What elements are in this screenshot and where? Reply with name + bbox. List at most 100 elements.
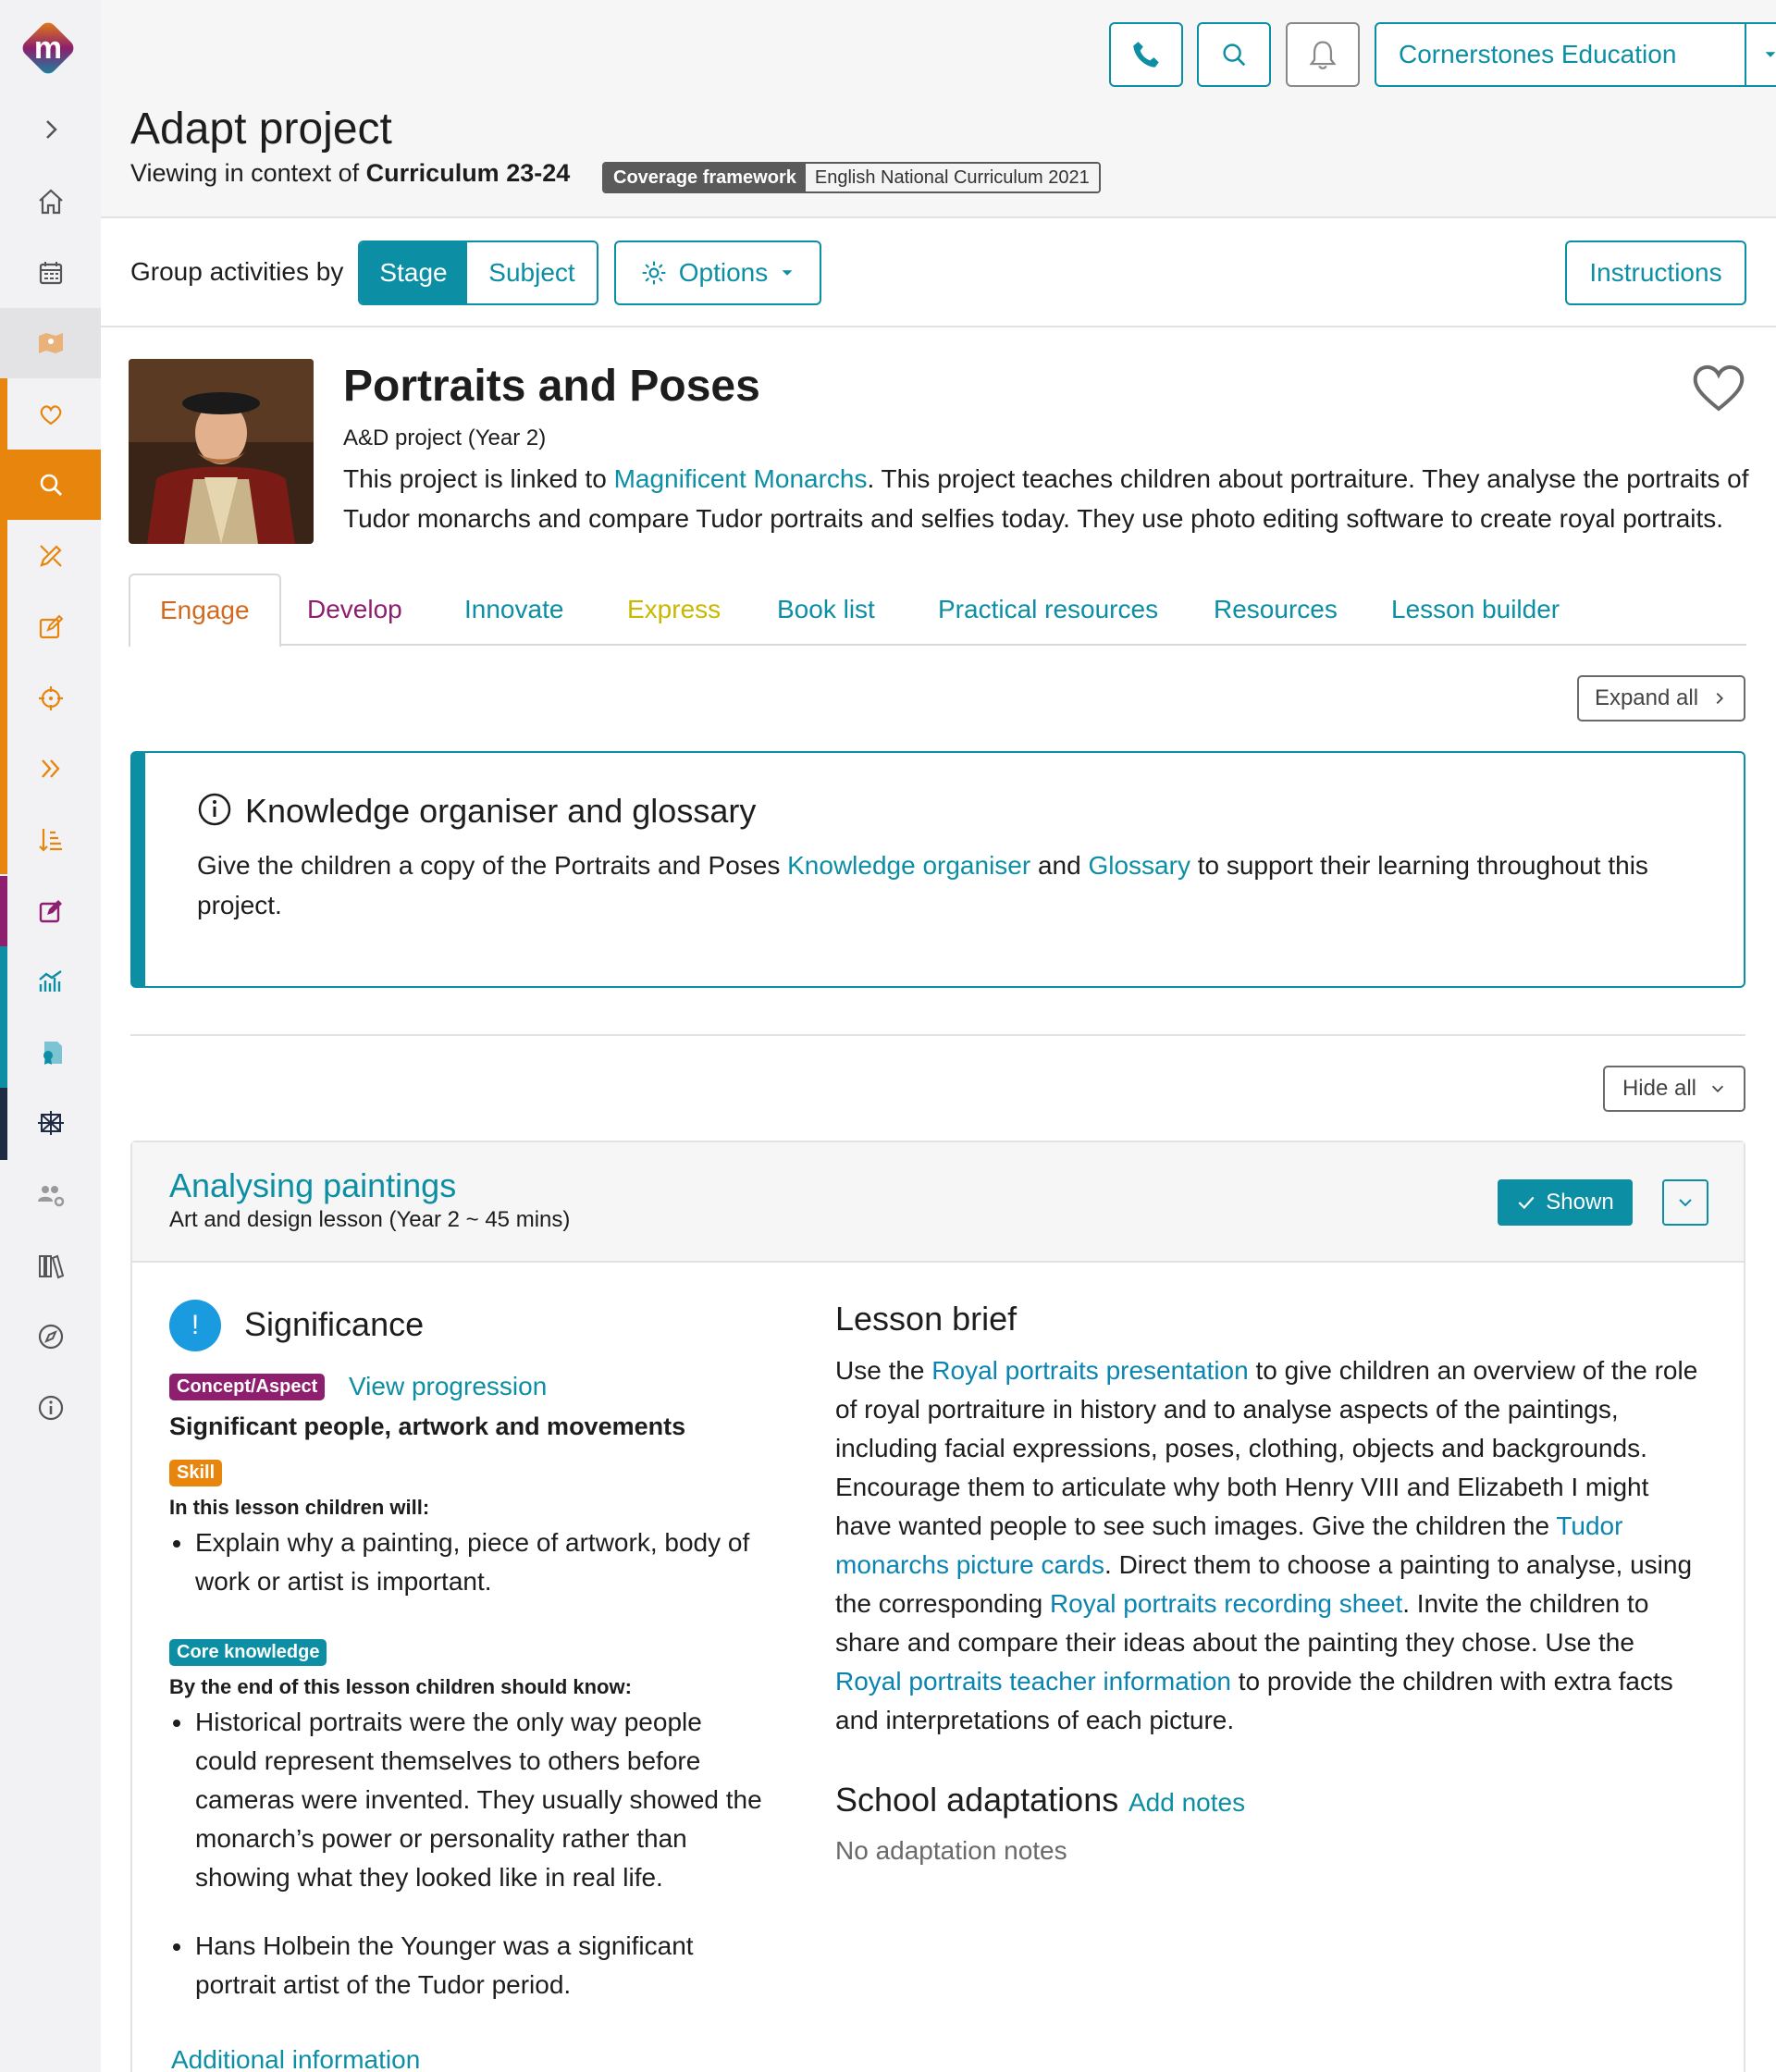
chart-icon[interactable]	[0, 946, 101, 1017]
lesson-panel: Analysing paintings Art and design lesso…	[130, 1141, 1745, 2072]
significance-title: Significance	[244, 1305, 425, 1343]
group-toggle: Stage Subject	[358, 240, 598, 305]
account-button[interactable]: Cornerstones Education	[1375, 22, 1746, 87]
project-subtitle: A&D project (Year 2)	[343, 426, 547, 450]
sort-icon[interactable]	[0, 805, 101, 875]
knowledge-organiser-link[interactable]: Knowledge organiser	[787, 851, 1030, 880]
magnificent-monarchs-link[interactable]: Magnificent Monarchs	[614, 464, 868, 493]
users-gear-icon[interactable]	[0, 1160, 101, 1230]
tab-label: Develop	[307, 595, 402, 623]
tab-label: Lesson builder	[1391, 595, 1560, 623]
lesson-header: Analysing paintings Art and design lesso…	[132, 1142, 1744, 1263]
map-icon[interactable]	[0, 308, 101, 378]
heart-icon[interactable]	[0, 379, 101, 450]
core-knowledge-list: Historical portraits were the only way p…	[169, 1703, 771, 2004]
school-adaptations-title: School adaptations	[835, 1781, 1119, 1819]
instructions-button[interactable]: Instructions	[1565, 240, 1746, 305]
logo-letter: m	[34, 31, 62, 66]
tab-book-list[interactable]: Book list	[777, 574, 875, 646]
expand-all-button[interactable]: Expand all	[1577, 675, 1745, 722]
tab-develop[interactable]: Develop	[307, 574, 402, 646]
desc-text-1: This project is linked to	[343, 464, 614, 493]
caret-down-icon	[782, 270, 793, 276]
info-icon	[198, 793, 231, 826]
royal-portraits-recording-sheet-link[interactable]: Royal portraits recording sheet	[1050, 1589, 1402, 1618]
page-title: Adapt project	[130, 105, 392, 154]
lesson-brief-text: Use the Royal portraits presentation to …	[835, 1351, 1705, 1740]
tab-practical-resources[interactable]: Practical resources	[938, 574, 1158, 646]
caret-down-icon	[1765, 52, 1776, 57]
core-knowledge-pill: Core knowledge	[169, 1639, 327, 1666]
info-icon[interactable]	[0, 1373, 101, 1443]
royal-portraits-presentation-link[interactable]: Royal portraits presentation	[931, 1356, 1248, 1385]
list-item: Hans Holbein the Younger was a significa…	[169, 1927, 771, 2004]
group-bar: Group activities by Stage Subject Option…	[101, 218, 1776, 327]
pencil-ruler-icon[interactable]	[0, 521, 101, 591]
chevron-right-icon	[1716, 692, 1724, 705]
expand-icon[interactable]	[0, 94, 101, 165]
account-dropdown-button[interactable]	[1745, 22, 1776, 87]
tab-label: Book list	[777, 595, 875, 623]
compass-icon[interactable]	[0, 1301, 101, 1372]
context-prefix: Viewing in context of	[130, 159, 360, 187]
stage-button[interactable]: Stage	[360, 242, 467, 303]
subject-button[interactable]: Subject	[467, 242, 597, 303]
tab-label: Innovate	[464, 595, 564, 623]
glossary-link[interactable]: Glossary	[1088, 851, 1190, 880]
certificate-icon[interactable]	[0, 1018, 101, 1088]
knowledge-organiser-box: Knowledge organiser and glossary Give th…	[130, 751, 1745, 988]
home-icon[interactable]	[0, 166, 101, 237]
context-line: Viewing in context of Curriculum 23-24	[130, 159, 570, 188]
tab-resources[interactable]: Resources	[1214, 574, 1338, 646]
shown-toggle-button[interactable]: Shown	[1498, 1179, 1633, 1226]
search-icon	[1223, 43, 1246, 67]
group-label: Group activities by	[130, 257, 344, 286]
significance-icon: !	[169, 1300, 221, 1351]
knowledge-text: Give the children a copy of the Portrait…	[197, 845, 1714, 925]
phone-icon	[1133, 42, 1159, 68]
hide-all-button[interactable]: Hide all	[1603, 1066, 1745, 1112]
tab-engage[interactable]: Engage	[129, 574, 281, 648]
calendar-icon[interactable]	[0, 238, 101, 308]
search-icon[interactable]	[0, 450, 101, 520]
project-image	[129, 359, 314, 544]
view-progression-link[interactable]: View progression	[349, 1372, 547, 1401]
skill-pill: Skill	[169, 1460, 223, 1486]
concept-title: Significant people, artwork and movement…	[169, 1412, 686, 1440]
knowledge-text-2: and	[1030, 851, 1089, 880]
tab-label: Express	[627, 595, 722, 623]
add-notes-link[interactable]: Add notes	[1128, 1788, 1245, 1818]
notifications-button[interactable]	[1286, 22, 1360, 87]
knowledge-text-1: Give the children a copy of the Portrait…	[197, 851, 788, 880]
list-item: Explain why a painting, piece of artwork…	[169, 1523, 752, 1601]
tab-innovate[interactable]: Innovate	[464, 574, 563, 646]
favourite-heart-icon[interactable]	[1691, 361, 1746, 413]
tab-lesson-builder[interactable]: Lesson builder	[1391, 574, 1560, 646]
bell-icon	[1309, 41, 1337, 69]
coverage-label: Coverage framework	[604, 164, 806, 191]
tab-label: Resources	[1214, 595, 1338, 623]
chevron-down-icon	[1711, 1085, 1724, 1092]
options-button[interactable]: Options	[614, 240, 821, 305]
phone-button[interactable]	[1109, 22, 1183, 87]
logo[interactable]: m	[16, 16, 80, 80]
search-button[interactable]	[1197, 22, 1271, 87]
lesson-collapse-button[interactable]	[1662, 1179, 1708, 1226]
note-edit-icon[interactable]	[0, 876, 101, 946]
additional-information-link[interactable]: Additional information	[171, 2045, 420, 2072]
books-icon[interactable]	[0, 1231, 101, 1301]
edit-icon[interactable]	[0, 592, 101, 662]
project-description: This project is linked to Magnificent Mo…	[343, 459, 1749, 538]
lesson-subtitle: Art and design lesson (Year 2 ~ 45 mins)	[169, 1207, 571, 1232]
network-icon[interactable]	[0, 1088, 101, 1158]
tab-express[interactable]: Express	[627, 574, 721, 646]
double-chevron-icon[interactable]	[0, 734, 101, 804]
target-icon[interactable]	[0, 663, 101, 734]
tab-label: Practical resources	[938, 595, 1159, 623]
project-tabs: Engage Develop Innovate Express Book lis…	[129, 574, 1746, 648]
royal-portraits-teacher-information-link[interactable]: Royal portraits teacher information	[835, 1667, 1231, 1696]
lesson-title[interactable]: Analysing paintings	[169, 1166, 456, 1205]
core-intro: By the end of this lesson children shoul…	[169, 1675, 632, 1698]
brief-text-1: Use the	[835, 1356, 932, 1385]
chevron-down-icon	[1679, 1199, 1692, 1207]
